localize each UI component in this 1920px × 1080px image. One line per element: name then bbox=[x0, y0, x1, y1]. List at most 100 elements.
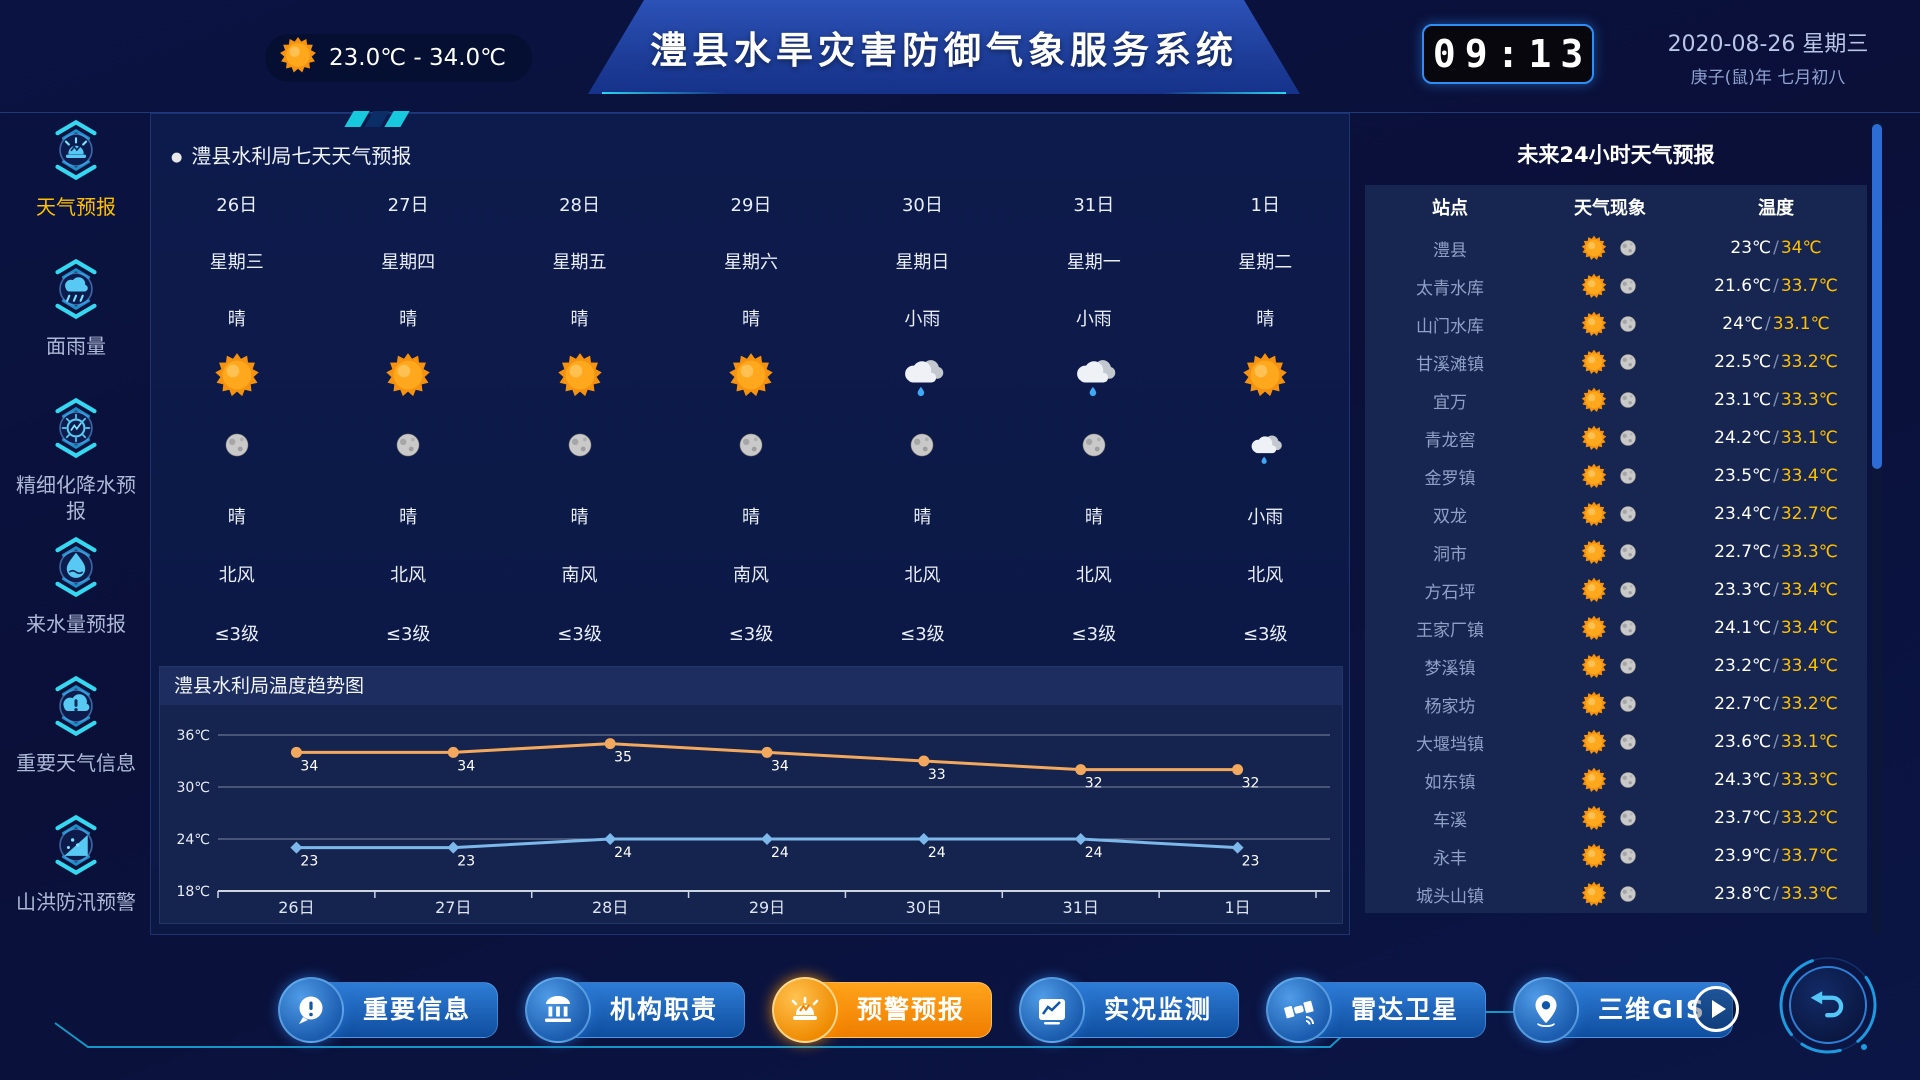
weather-dashboard: { "header": { "title": "澧县水旱灾害防御气象服务系统",… bbox=[0, 0, 1920, 1080]
warning-forecast-icon bbox=[772, 977, 838, 1043]
wind-direction: 北风 bbox=[1008, 561, 1179, 587]
station-weather-table: 站点 天气现象 温度 澧县 23℃/34℃ 太青水库 21.6℃/33.7℃ 山… bbox=[1365, 185, 1867, 913]
station-name: 梦溪镇 bbox=[1365, 654, 1535, 679]
station-name: 杨家坊 bbox=[1365, 692, 1535, 717]
sun-icon bbox=[1581, 729, 1607, 755]
station-temps: 23.7℃/33.2℃ bbox=[1685, 808, 1867, 828]
moon-icon bbox=[1078, 429, 1110, 461]
station-row[interactable]: 车溪 23.7℃/33.2℃ bbox=[1365, 799, 1867, 837]
station-temps: 23℃/34℃ bbox=[1685, 238, 1867, 258]
station-row[interactable]: 双龙 23.4℃/32.7℃ bbox=[1365, 495, 1867, 533]
day-weather-text: 晴 bbox=[665, 305, 836, 331]
weather-forecast-icon bbox=[34, 108, 118, 192]
back-button[interactable] bbox=[1778, 955, 1878, 1055]
wind-level: ≤3级 bbox=[151, 620, 322, 646]
live-monitoring-icon bbox=[1019, 977, 1085, 1043]
night-weather-icon bbox=[837, 429, 1008, 466]
day-weather-text: 晴 bbox=[151, 305, 322, 331]
station-temps: 23.4℃/32.7℃ bbox=[1685, 504, 1867, 524]
station-row[interactable]: 山门水库 24℃/33.1℃ bbox=[1365, 305, 1867, 343]
sidebar-item-fine-precipitation-forecast[interactable]: 精细化降水预报 bbox=[2, 386, 150, 525]
station-row[interactable]: 太青水库 21.6℃/33.7℃ bbox=[1365, 267, 1867, 305]
scrollbar-thumb[interactable] bbox=[1872, 124, 1882, 469]
station-row[interactable]: 王家厂镇 24.1℃/33.4℃ bbox=[1365, 609, 1867, 647]
forecast-panel: ●澧县水利局七天天气预报 26日 星期三 晴 晴 北风 ≤3级 27日 星期四 … bbox=[150, 113, 1350, 935]
digital-clock: 09:13 bbox=[1422, 24, 1594, 84]
station-row[interactable]: 宜万 23.1℃/33.3℃ bbox=[1365, 381, 1867, 419]
important-weather-info-icon bbox=[34, 664, 118, 748]
moon-icon bbox=[1617, 237, 1639, 259]
station-temps: 21.6℃/33.7℃ bbox=[1685, 276, 1867, 296]
forecast-day-column: 31日 星期一 小雨 晴 北风 ≤3级 bbox=[1008, 186, 1179, 660]
vertical-scrollbar bbox=[1872, 120, 1882, 935]
areal-rainfall-icon bbox=[34, 247, 118, 331]
station-temps: 23.3℃/33.4℃ bbox=[1685, 580, 1867, 600]
forecast-date: 28日 bbox=[494, 191, 665, 217]
svg-text:30日: 30日 bbox=[906, 898, 942, 917]
nav-button-live-monitoring[interactable]: 实况监测 bbox=[1019, 977, 1239, 1043]
current-temp-pill: 23.0℃ - 34.0℃ bbox=[265, 34, 532, 82]
night-weather-icon bbox=[322, 429, 493, 466]
station-row[interactable]: 杨家坊 22.7℃/33.2℃ bbox=[1365, 685, 1867, 723]
night-weather-icon bbox=[151, 429, 322, 466]
back-icon bbox=[1789, 966, 1867, 1044]
night-weather-text: 晴 bbox=[837, 503, 1008, 529]
station-row[interactable]: 梦溪镇 23.2℃/33.4℃ bbox=[1365, 647, 1867, 685]
svg-text:36℃: 36℃ bbox=[176, 728, 210, 744]
station-row[interactable]: 如东镇 24.3℃/33.3℃ bbox=[1365, 761, 1867, 799]
moon-icon bbox=[1617, 427, 1639, 449]
forecast-day-column: 27日 星期四 晴 晴 北风 ≤3级 bbox=[322, 186, 493, 660]
sidebar-item-inflow-forecast[interactable]: 来水量预报 bbox=[2, 525, 150, 664]
station-row[interactable]: 大堰垱镇 23.6℃/33.1℃ bbox=[1365, 723, 1867, 761]
svg-text:28日: 28日 bbox=[592, 898, 628, 917]
sidebar-item-flash-flood-warning[interactable]: 山洪防汛预警 bbox=[2, 803, 150, 942]
date-gregorian: 2020-08-26 星期三 bbox=[1618, 26, 1918, 58]
station-row[interactable]: 方石坪 23.3℃/33.4℃ bbox=[1365, 571, 1867, 609]
station-name: 甘溪滩镇 bbox=[1365, 350, 1535, 375]
wind-direction: 北风 bbox=[151, 561, 322, 587]
forecast-day-column: 28日 星期五 晴 晴 南风 ≤3级 bbox=[494, 186, 665, 660]
night-weather-text: 小雨 bbox=[1180, 503, 1351, 529]
station-name: 澧县 bbox=[1365, 236, 1535, 261]
nav-button-important-info[interactable]: 重要信息 bbox=[278, 977, 498, 1043]
station-name: 大堰垱镇 bbox=[1365, 730, 1535, 755]
forecast-section-title: ●澧县水利局七天天气预报 bbox=[171, 140, 411, 169]
nav-button-warning-forecast[interactable]: 预警预报 bbox=[772, 977, 992, 1043]
station-row[interactable]: 洞市 22.7℃/33.3℃ bbox=[1365, 533, 1867, 571]
station-row[interactable]: 青龙窖 24.2℃/33.1℃ bbox=[1365, 419, 1867, 457]
sidebar-item-areal-rainfall[interactable]: 面雨量 bbox=[2, 247, 150, 386]
next-24h-panel: 未来24小时天气预报 站点 天气现象 温度 澧县 23℃/34℃ 太青水库 21… bbox=[1365, 113, 1867, 935]
sun-icon bbox=[385, 352, 431, 398]
svg-text:24: 24 bbox=[928, 845, 946, 861]
moon-icon bbox=[1617, 579, 1639, 601]
night-weather-icon bbox=[1008, 429, 1179, 466]
forecast-day-column: 30日 星期日 小雨 晴 北风 ≤3级 bbox=[837, 186, 1008, 660]
sidebar-item-important-weather-info[interactable]: 重要天气信息 bbox=[2, 664, 150, 803]
sun-icon bbox=[1581, 767, 1607, 793]
station-row[interactable]: 永丰 23.9℃/33.7℃ bbox=[1365, 837, 1867, 875]
station-temps: 24.3℃/33.3℃ bbox=[1685, 770, 1867, 790]
station-row[interactable]: 澧县 23℃/34℃ bbox=[1365, 229, 1867, 267]
station-row[interactable]: 城头山镇 23.8℃/33.3℃ bbox=[1365, 875, 1867, 913]
station-temps: 22.7℃/33.3℃ bbox=[1685, 542, 1867, 562]
nav-button-agency-duties[interactable]: 机构职责 bbox=[525, 977, 745, 1043]
wind-direction: 南风 bbox=[494, 561, 665, 587]
sun-icon bbox=[1581, 691, 1607, 717]
sun-icon bbox=[279, 36, 317, 74]
station-row[interactable]: 金罗镇 23.5℃/33.4℃ bbox=[1365, 457, 1867, 495]
next-24h-title: 未来24小时天气预报 bbox=[1365, 139, 1867, 169]
day-weather-icon bbox=[1008, 352, 1179, 405]
station-weather-icons bbox=[1535, 729, 1685, 755]
sun-icon bbox=[1581, 805, 1607, 831]
sidebar-item-weather-forecast[interactable]: 天气预报 bbox=[2, 108, 150, 247]
date-block: 2020-08-26 星期三 庚子(鼠)年 七月初八 bbox=[1618, 26, 1918, 88]
station-row[interactable]: 甘溪滩镇 22.5℃/33.2℃ bbox=[1365, 343, 1867, 381]
day-weather-icon bbox=[322, 352, 493, 403]
play-button[interactable] bbox=[1693, 986, 1739, 1032]
station-name: 宜万 bbox=[1365, 388, 1535, 413]
station-name: 金罗镇 bbox=[1365, 464, 1535, 489]
sidebar-item-label: 重要天气信息 bbox=[8, 750, 144, 776]
sidebar-item-label: 面雨量 bbox=[8, 333, 144, 359]
nav-button-radar-satellite[interactable]: 雷达卫星 bbox=[1266, 977, 1486, 1043]
sidebar-item-label: 来水量预报 bbox=[8, 611, 144, 637]
